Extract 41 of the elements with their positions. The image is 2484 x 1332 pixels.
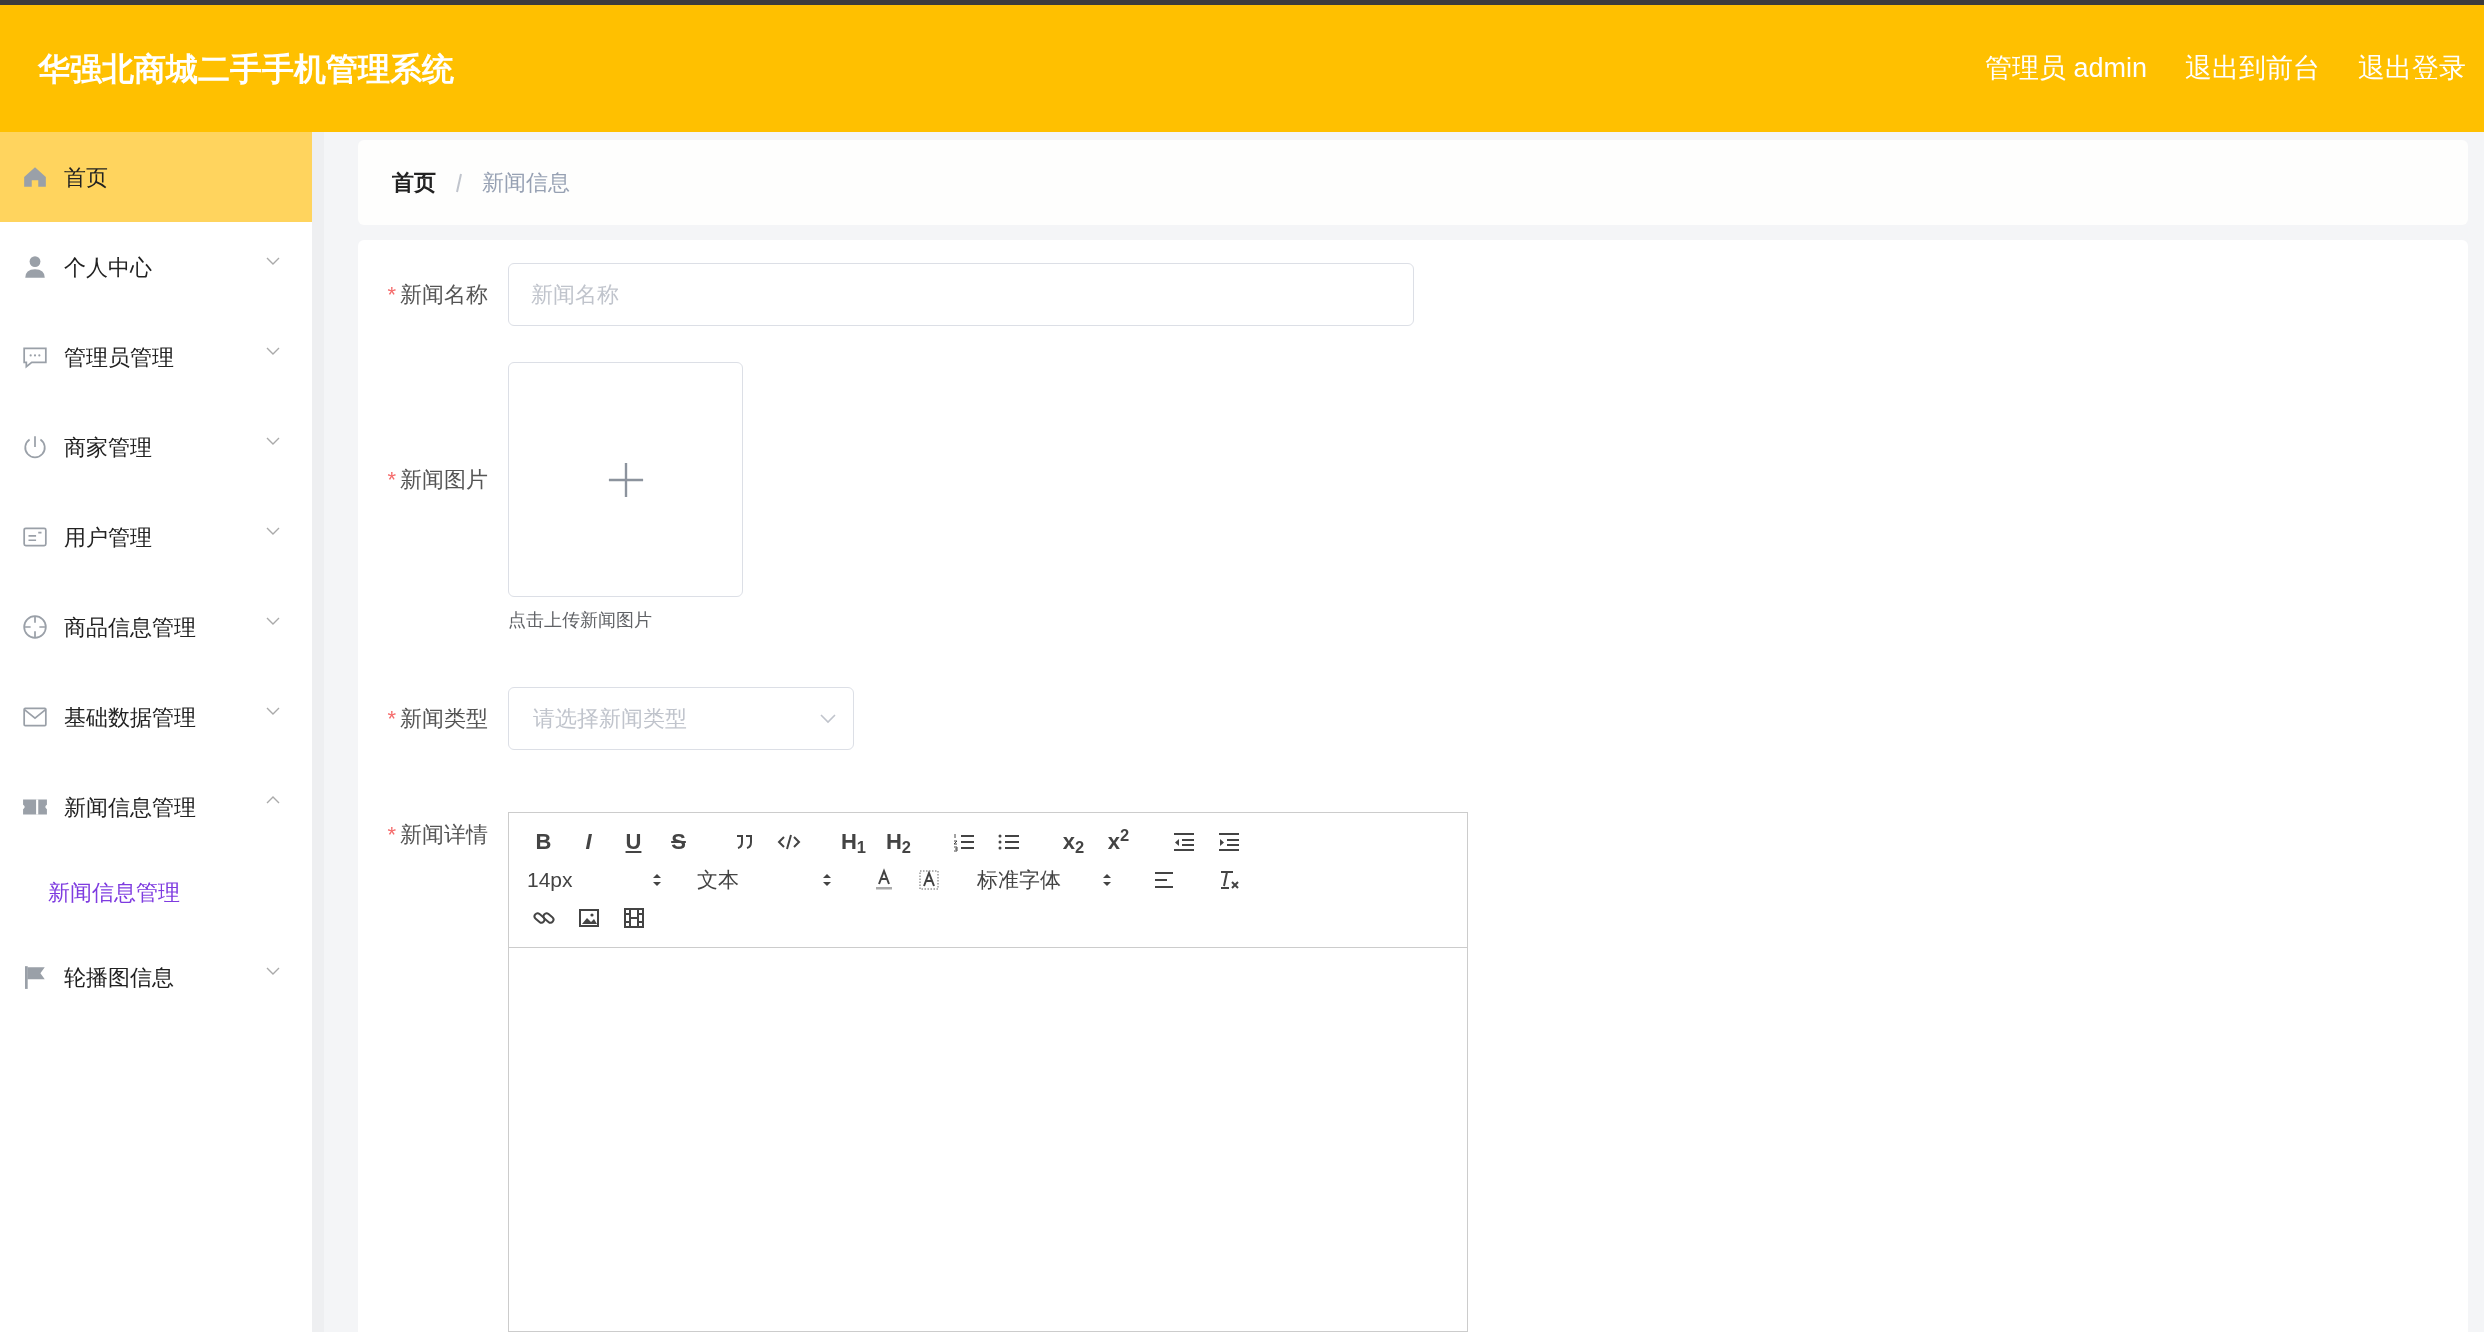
field-label: 新闻名称 [400, 281, 488, 309]
app-title: 华强北商城二手手机管理系统 [38, 49, 454, 89]
card-icon [22, 524, 48, 550]
required-mark: * [387, 281, 396, 309]
format-button[interactable]: B [521, 825, 566, 859]
outdent-icon [1171, 830, 1196, 854]
required-mark: * [387, 466, 396, 494]
text-input-field[interactable]: 新闻名称 [508, 263, 1414, 326]
field-label: 新闻图片 [400, 466, 488, 494]
required-mark: * [387, 705, 396, 733]
field-label: 新闻详情 [400, 821, 488, 849]
format-button[interactable]: H$_{2}$ [876, 825, 921, 859]
sidebar-item[interactable]: 首页 [0, 132, 312, 222]
plus-icon [606, 460, 645, 499]
highlight-icon [916, 868, 941, 892]
format-button[interactable]: x$_{2}$ [1051, 825, 1096, 859]
dropdown-picker[interactable]: 14px [521, 863, 671, 897]
user-icon [22, 254, 48, 280]
upload-hint: 点击上传新闻图片 [508, 610, 652, 630]
crosshair-icon [22, 614, 48, 640]
format-button[interactable]: H$_{1}$ [831, 825, 876, 859]
breadcrumb-link[interactable]: 首页 [392, 166, 436, 199]
chat-icon [22, 344, 48, 370]
dropdown-picker[interactable]: 标准字体 [971, 863, 1121, 897]
sort-icon [1101, 871, 1113, 889]
sort-icon [651, 871, 663, 889]
indent-icon [1216, 830, 1241, 854]
required-mark: * [387, 821, 396, 849]
submenu-item[interactable]: 新闻信息管理 [0, 852, 312, 932]
format-button[interactable]: S [656, 825, 701, 859]
flag-icon [22, 964, 48, 990]
mail-icon [22, 704, 48, 730]
format-button[interactable]: U [611, 825, 656, 859]
power-icon [22, 434, 48, 460]
sort-icon [821, 871, 833, 889]
field-label: 新闻类型 [400, 705, 488, 733]
dropdown-picker[interactable]: 文本 [691, 863, 841, 897]
format-button[interactable]: x$^{2}$ [1096, 825, 1141, 859]
film-icon [621, 906, 646, 930]
image-icon [576, 906, 601, 930]
format-button[interactable]: I [566, 825, 611, 859]
